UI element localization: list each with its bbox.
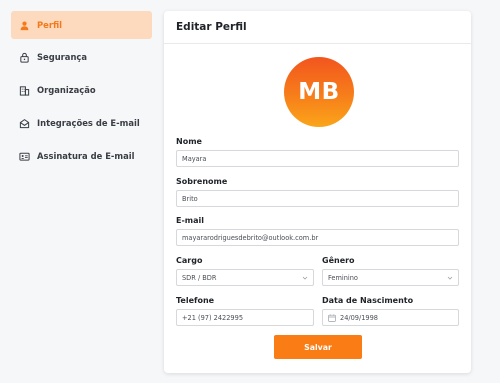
- mail-open-icon: [18, 117, 30, 129]
- sidebar: Perfil Segurança Organização Integrações…: [0, 0, 160, 383]
- sidebar-item-label: Assinatura de E-mail: [37, 151, 135, 161]
- sobrenome-field[interactable]: Brito: [176, 190, 459, 207]
- avatar[interactable]: MB: [284, 57, 354, 127]
- telefone-label: Telefone: [176, 296, 215, 305]
- cargo-select[interactable]: SDR / BDR: [176, 269, 314, 286]
- nascimento-label: Data de Nascimento: [322, 296, 414, 305]
- sidebar-item-label: Segurança: [37, 52, 88, 62]
- card-header: Editar Perfil: [164, 11, 471, 44]
- sidebar-item-organizacao[interactable]: Organização: [11, 76, 152, 104]
- edit-profile-card: Editar Perfil MB Nome Mayara Sobrenome B…: [164, 11, 471, 373]
- sidebar-item-seguranca[interactable]: Segurança: [11, 43, 152, 71]
- nome-value: Mayara: [182, 154, 207, 163]
- cargo-value: SDR / BDR: [182, 273, 217, 282]
- sidebar-item-label: Integrações de E-mail: [37, 118, 140, 128]
- nome-field[interactable]: Mayara: [176, 150, 459, 167]
- nascimento-value: 24/09/1998: [340, 313, 379, 322]
- telefone-field[interactable]: +21 (97) 2422995: [176, 309, 314, 326]
- building-icon: [18, 84, 30, 96]
- nascimento-field[interactable]: 24/09/1998: [322, 309, 459, 326]
- sidebar-item-assinatura-email[interactable]: Assinatura de E-mail: [11, 142, 152, 170]
- genero-value: Feminino: [328, 273, 358, 282]
- genero-label: Gênero: [322, 256, 355, 265]
- genero-select[interactable]: Feminino: [322, 269, 459, 286]
- chevron-down-icon: [302, 275, 308, 281]
- nome-label: Nome: [176, 137, 202, 146]
- email-value: mayararodriguesdebrito@outlook.com.br: [182, 233, 319, 242]
- cargo-label: Cargo: [176, 256, 203, 265]
- email-label: E-mail: [176, 216, 205, 225]
- lock-icon: [18, 51, 30, 63]
- user-icon: [18, 19, 30, 31]
- telefone-value: +21 (97) 2422995: [182, 313, 244, 322]
- id-card-icon: [18, 150, 30, 162]
- chevron-down-icon: [447, 275, 453, 281]
- page-title: Editar Perfil: [176, 21, 247, 33]
- sidebar-item-integracoes-email[interactable]: Integrações de E-mail: [11, 109, 152, 137]
- email-field[interactable]: mayararodriguesdebrito@outlook.com.br: [176, 229, 459, 246]
- avatar-initials: MB: [298, 79, 340, 105]
- sidebar-item-label: Perfil: [37, 20, 63, 30]
- calendar-icon: [328, 313, 336, 322]
- sobrenome-value: Brito: [182, 194, 198, 203]
- sidebar-item-label: Organização: [37, 85, 96, 95]
- sidebar-item-perfil[interactable]: Perfil: [11, 11, 152, 39]
- sobrenome-label: Sobrenome: [176, 177, 228, 186]
- save-button[interactable]: Salvar: [274, 335, 362, 359]
